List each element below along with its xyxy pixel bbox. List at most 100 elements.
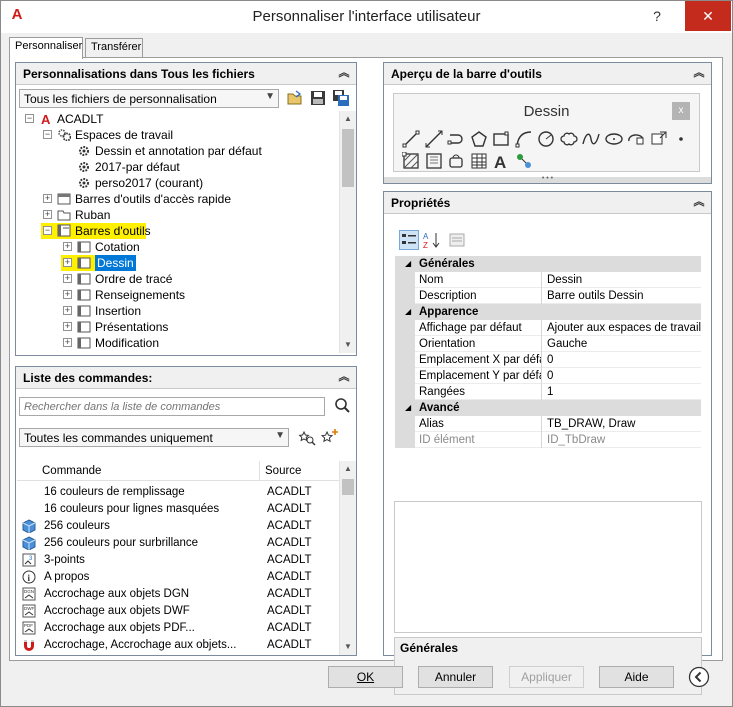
list-item[interactable]: DGN Accrochage aux objets DGN ACADLT — [17, 586, 335, 603]
tree-item[interactable]: − Espaces de travail — [17, 127, 339, 143]
list-item[interactable]: Accrochage, Accrochage aux objets... ACAD… — [17, 637, 335, 654]
tab-transferer[interactable]: Transférer — [85, 38, 143, 58]
collapse-dialog-icon[interactable] — [688, 666, 710, 688]
line-icon[interactable] — [402, 130, 420, 148]
expand-node-icon[interactable]: + — [43, 194, 52, 203]
new-command-icon[interactable] — [321, 428, 339, 446]
column-command[interactable]: Commande — [42, 465, 101, 477]
add-selected-icon[interactable] — [515, 152, 533, 170]
list-item[interactable]: 16 couleurs de remplissage ACADLT — [17, 484, 335, 501]
collapse-chevron-icon[interactable]: ︽ — [693, 196, 705, 208]
list-item[interactable]: 16 couleurs pour lignes masquées ACADLT — [17, 501, 335, 518]
tree-item[interactable]: + Renseignements — [17, 287, 339, 303]
expand-node-icon[interactable]: + — [63, 290, 72, 299]
table-icon[interactable] — [470, 152, 488, 170]
property-row[interactable]: ID élément ID_TbDraw — [395, 432, 701, 448]
region-icon[interactable] — [447, 152, 465, 170]
collapse-chevron-icon[interactable]: ︽ — [693, 67, 705, 79]
collapse-node-icon[interactable]: − — [43, 130, 52, 139]
expand-node-icon[interactable]: + — [63, 338, 72, 347]
construction-line-icon[interactable] — [425, 130, 443, 148]
tree-item[interactable]: Dessin et annotation par défaut — [17, 143, 339, 159]
scroll-thumb[interactable] — [342, 129, 354, 187]
property-category[interactable]: Générales ◢ — [395, 256, 701, 272]
property-value[interactable]: ID_TbDraw — [543, 432, 701, 448]
scroll-up-icon[interactable]: ▲ — [340, 111, 356, 127]
property-row[interactable]: Emplacement X par défaut 0 — [395, 352, 701, 368]
help-button[interactable]: Aide — [599, 666, 674, 688]
scroll-down-icon[interactable]: ▼ — [340, 337, 356, 353]
command-search-input[interactable] — [19, 397, 325, 416]
property-value[interactable]: 0 — [543, 352, 701, 368]
expand-node-icon[interactable]: + — [63, 258, 72, 267]
expand-node-icon[interactable]: + — [63, 306, 72, 315]
search-icon[interactable] — [333, 397, 351, 415]
point-icon[interactable] — [672, 130, 690, 148]
property-pages-icon[interactable] — [447, 230, 467, 250]
expand-node-icon[interactable]: + — [63, 242, 72, 251]
command-filter-dropdown[interactable]: Toutes les commandes uniquement ▼ — [19, 428, 289, 447]
close-icon[interactable]: x — [672, 102, 690, 120]
collapse-node-icon[interactable]: − — [43, 226, 52, 235]
tree-item[interactable]: + Cotation — [17, 239, 339, 255]
expand-node-icon[interactable]: + — [43, 210, 52, 219]
hatch-icon[interactable] — [402, 152, 420, 170]
property-row[interactable]: Emplacement Y par défaut 0 — [395, 368, 701, 384]
collapse-chevron-icon[interactable]: ︽ — [338, 371, 350, 383]
property-row[interactable]: Orientation Gauche — [395, 336, 701, 352]
tree-item[interactable]: − Barres d'outils — [17, 223, 339, 239]
property-row[interactable]: Alias TB_DRAW, Draw — [395, 416, 701, 432]
collapse-node-icon[interactable]: − — [25, 114, 34, 123]
property-value[interactable]: Ajouter aux espaces de travail — [543, 320, 701, 336]
rectangle-icon[interactable] — [492, 130, 510, 148]
property-value[interactable]: TB_DRAW, Draw — [543, 416, 701, 432]
list-item[interactable]: 256 couleurs pour surbrillance ACADLT — [17, 535, 335, 552]
spline-icon[interactable] — [582, 130, 600, 148]
open-folder-icon[interactable] — [286, 89, 304, 107]
categorized-view-icon[interactable] — [399, 230, 419, 250]
help-title-button[interactable]: ? — [637, 1, 677, 31]
property-value[interactable]: 1 — [543, 384, 701, 400]
property-value[interactable]: 0 — [543, 368, 701, 384]
collapse-triangle-icon[interactable]: ◢ — [405, 256, 411, 272]
list-item[interactable]: 256 couleurs ACADLT — [17, 518, 335, 535]
list-item[interactable]: i A propos ACADLT — [17, 569, 335, 586]
collapse-triangle-icon[interactable]: ◢ — [405, 304, 411, 320]
property-row[interactable]: Nom Dessin — [395, 272, 701, 288]
multiline-text-icon[interactable]: A — [492, 152, 510, 170]
command-list[interactable]: 16 couleurs de remplissage ACADLT 16 coule… — [17, 484, 339, 654]
property-category[interactable]: Avancé ◢ — [395, 400, 701, 416]
tree-scrollbar[interactable]: ▲ ▼ — [339, 111, 356, 353]
tree-item[interactable]: − A ACADLT — [17, 111, 339, 127]
scroll-down-icon[interactable]: ▼ — [340, 639, 356, 655]
property-value[interactable]: Dessin — [543, 272, 701, 288]
scroll-up-icon[interactable]: ▲ — [340, 461, 356, 477]
tree-item[interactable]: + Barres d'outils d'accès rapide — [17, 191, 339, 207]
scroll-thumb[interactable] — [342, 479, 354, 495]
property-row[interactable]: Rangées 1 — [395, 384, 701, 400]
list-item[interactable]: DWF Accrochage aux objets DWF ACADLT — [17, 603, 335, 620]
tab-personnaliser[interactable]: Personnaliser — [9, 37, 83, 59]
sort-alphabetical-icon[interactable]: AZ — [422, 230, 442, 250]
circle-icon[interactable] — [537, 130, 555, 148]
save-icon[interactable] — [309, 89, 327, 107]
list-item[interactable]: 3 3-points ACADLT — [17, 552, 335, 569]
find-command-icon[interactable] — [298, 428, 316, 446]
tree-item[interactable]: + Dessin — [17, 255, 339, 271]
property-row[interactable]: Affichage par défaut Ajouter aux espaces … — [395, 320, 701, 336]
tree-item[interactable]: 2017-par défaut — [17, 159, 339, 175]
column-source[interactable]: Source — [265, 465, 301, 477]
revision-cloud-icon[interactable] — [559, 130, 578, 148]
property-value[interactable]: Barre outils Dessin — [543, 288, 701, 304]
polygon-icon[interactable] — [470, 130, 488, 148]
tree-item[interactable]: + Insertion — [17, 303, 339, 319]
collapse-chevron-icon[interactable]: ︽ — [338, 67, 350, 79]
insert-block-icon[interactable] — [650, 130, 668, 148]
tree-item[interactable]: + Ordre de tracé — [17, 271, 339, 287]
gradient-icon[interactable] — [425, 152, 443, 170]
tree-item[interactable]: + Modification — [17, 335, 339, 351]
splitter-grip[interactable]: • • • — [384, 175, 711, 183]
expand-node-icon[interactable]: + — [63, 274, 72, 283]
tree-item[interactable]: + Ruban — [17, 207, 339, 223]
ok-button[interactable]: OK — [328, 666, 403, 688]
